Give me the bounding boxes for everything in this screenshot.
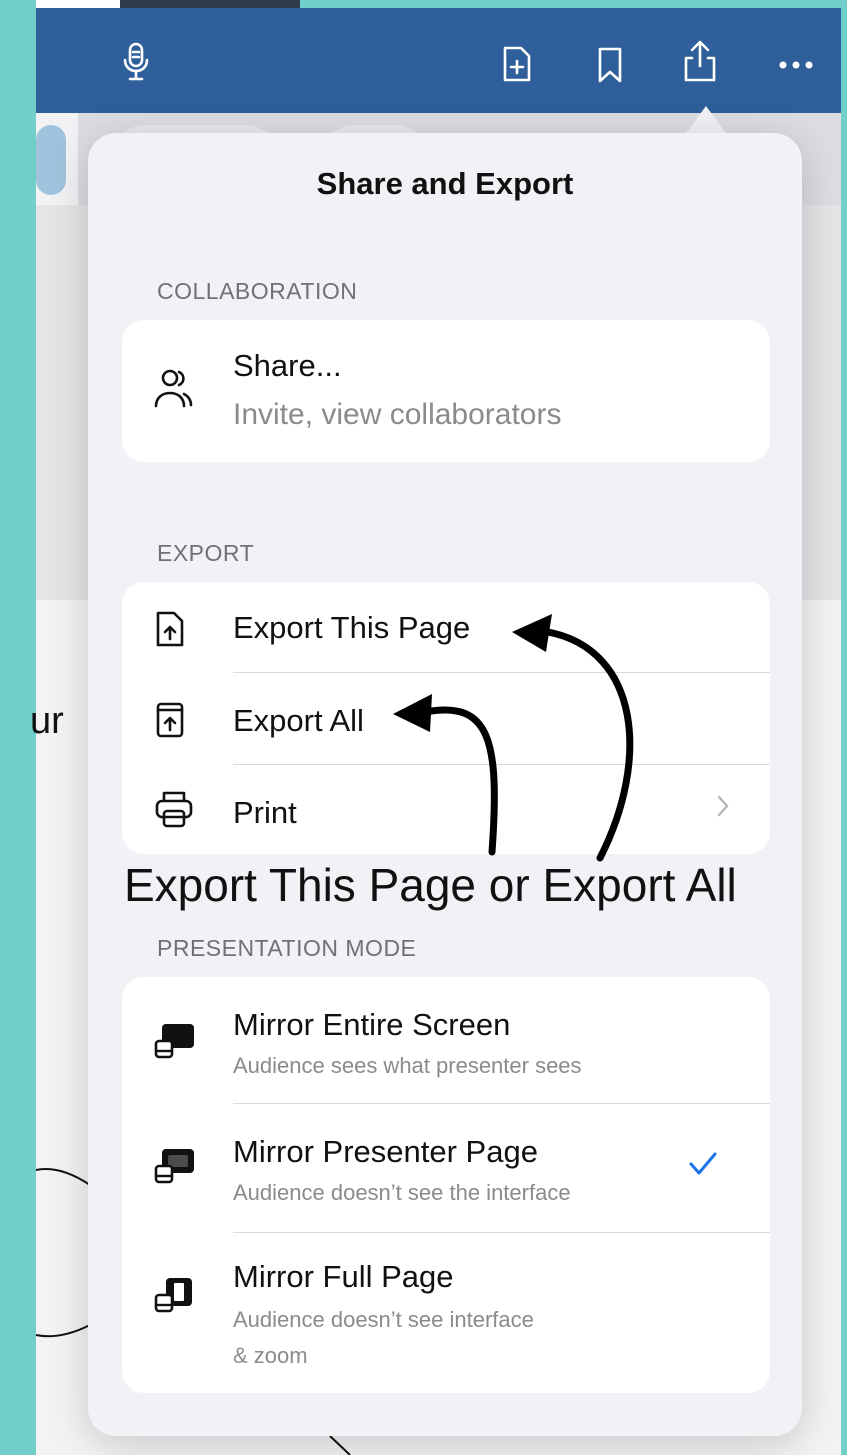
annotation-arrows <box>393 614 634 862</box>
